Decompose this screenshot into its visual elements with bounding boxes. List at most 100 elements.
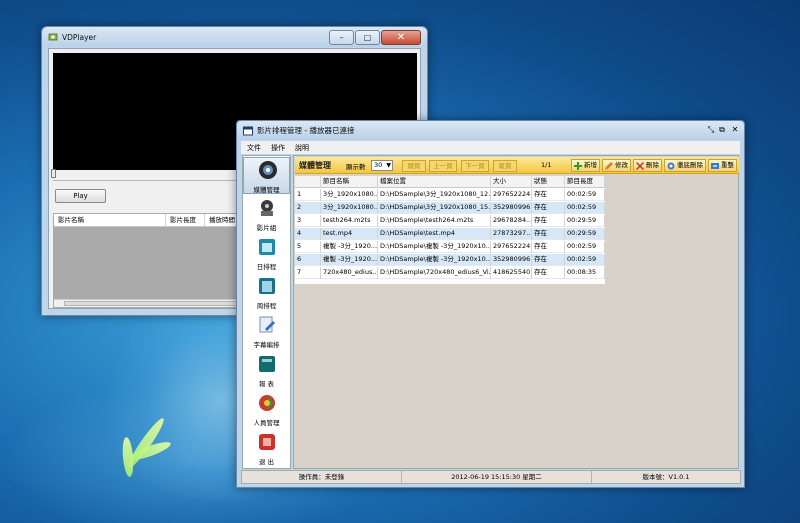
cell-duration: 00:02:59 — [565, 189, 605, 201]
cell-file-location: D:\HDSample\複製 -3分_1920x10... — [378, 241, 491, 253]
cell-duration: 00:02:59 — [565, 241, 605, 253]
cell-status: 存在 — [532, 189, 565, 201]
nav-label: 周排程 — [256, 302, 277, 310]
cell-size: 297652224 — [491, 189, 532, 201]
media-grid[interactable]: 節目名稱 檔案位置 大小 狀態 節目長度 1 3分_1920x1080... D… — [295, 176, 605, 284]
cell-duration: 00:29:59 — [565, 228, 605, 240]
table-row[interactable]: 2 3分_1920x1080... D:\HDSample\3分_1920x10… — [295, 202, 605, 214]
table-row[interactable]: 5 複製 -3分_1920... D:\HDSample\複製 -3分_1920… — [295, 241, 605, 253]
menu-file[interactable]: 文件 — [247, 143, 261, 153]
cell-size: 418625540 — [491, 267, 532, 279]
maximize-icon[interactable]: ⧉ — [717, 125, 727, 135]
add-button[interactable]: 新增 — [571, 159, 600, 172]
row-index: 3 — [295, 215, 321, 227]
status-operator: 操作員：未登錄 — [242, 471, 402, 483]
menu-help[interactable]: 說明 — [295, 143, 309, 153]
nav-item-week-schedule[interactable]: 周排程 — [243, 274, 290, 311]
page-size-label: 顯示數 — [346, 163, 366, 171]
table-row[interactable]: 1 3分_1920x1080... D:\HDSample\3分_1920x10… — [295, 189, 605, 201]
cell-duration: 00:02:59 — [565, 202, 605, 214]
nav-item-film-group[interactable]: 影片組 — [243, 196, 290, 233]
cell-program-name: 3分_1920x1080... — [321, 189, 378, 201]
status-bar: 操作員：未登錄 2012-06-19 15:15:30 星期二 版本號：V1.0… — [241, 470, 741, 484]
reset-button[interactable]: 重整 — [708, 159, 737, 172]
maximize-button[interactable]: □ — [355, 30, 380, 45]
chevron-down-icon: ▼ — [386, 162, 391, 169]
prev-page-button[interactable]: 上一頁 — [429, 160, 457, 172]
plus-icon — [574, 162, 582, 170]
close-button[interactable]: ✕ — [381, 30, 421, 45]
table-row[interactable]: 6 複製 -3分_1920... D:\HDSample\複製 -3分_1920… — [295, 254, 605, 266]
purge-icon — [667, 162, 675, 170]
table-row[interactable]: 4 test.mp4 D:\HDSample\test.mp4 27873297… — [295, 228, 605, 240]
cell-size: 297652224 — [491, 241, 532, 253]
cell-status: 存在 — [532, 202, 565, 214]
cell-program-name: testh264.m2ts — [321, 215, 378, 227]
seek-thumb[interactable] — [51, 169, 56, 178]
pencil-icon — [605, 162, 613, 170]
cell-duration: 00:02:59 — [565, 254, 605, 266]
restore-icon[interactable]: ⤡ — [706, 125, 716, 135]
page-size-select[interactable]: 30 ▼ — [371, 160, 393, 171]
nav-item-report[interactable]: 報 表 — [243, 352, 290, 389]
cell-status: 存在 — [532, 228, 565, 240]
mainwin-titlebar[interactable]: 影片排程管理 - 播放器已連接 — [237, 121, 744, 140]
column-header-program-name[interactable]: 節目名稱 — [321, 176, 378, 188]
last-page-button[interactable]: 尾頁 — [493, 160, 517, 172]
minimize-button[interactable]: – — [329, 30, 354, 45]
content-area: 媒體管理 顯示數 30 ▼ 頭頁 上一頁 下一頁 尾頁 1/1 新增 修改 刪除 — [293, 155, 739, 469]
delete-label: 刪除 — [646, 161, 659, 169]
first-page-button[interactable]: 頭頁 — [402, 160, 426, 172]
toolbar-title: 媒體管理 — [299, 161, 331, 170]
edit-label: 修改 — [615, 161, 628, 169]
cell-duration: 00:08:35 — [565, 267, 605, 279]
nav-item-media[interactable]: 媒體管理 — [243, 157, 290, 194]
cell-status: 存在 — [532, 267, 565, 279]
subtitle-icon — [259, 316, 275, 333]
column-header-file-location[interactable]: 檔案位置 — [378, 176, 491, 188]
column-header-video-length[interactable]: 影片長度 — [166, 214, 205, 226]
table-row[interactable]: 7 720x480_edius... D:\HDSample\720x480_e… — [295, 267, 605, 279]
close-icon[interactable]: ✕ — [730, 125, 740, 135]
column-header-duration[interactable]: 節目長度 — [565, 176, 605, 188]
cell-file-location: D:\HDSample\3分_1920x1080_15... — [378, 202, 491, 214]
nav-item-subtitle[interactable]: 字幕編排 — [243, 313, 290, 350]
cell-program-name: test.mp4 — [321, 228, 378, 240]
column-header-video-name[interactable]: 影片名稱 — [54, 214, 166, 226]
nav-item-day-schedule[interactable]: 日排程 — [243, 235, 290, 272]
nav-label: 人員管理 — [253, 419, 280, 427]
nav-label: 字幕編排 — [253, 341, 280, 349]
column-header-index[interactable] — [295, 176, 321, 188]
cell-file-location: D:\HDSample\複製 -3分_1920x10... — [378, 254, 491, 266]
menu-operation[interactable]: 操作 — [271, 143, 285, 153]
column-header-status[interactable]: 狀態 — [532, 176, 565, 188]
cell-status: 存在 — [532, 254, 565, 266]
purge-button[interactable]: 徹底刪除 — [664, 159, 706, 172]
cell-status: 存在 — [532, 241, 565, 253]
row-index: 7 — [295, 267, 321, 279]
cell-size: 352980996 — [491, 254, 532, 266]
play-button[interactable]: Play — [55, 189, 106, 203]
table-row[interactable]: 3 testh264.m2ts D:\HDSample\testh264.m2t… — [295, 215, 605, 227]
nav-item-user-management[interactable]: 人員管理 — [243, 391, 290, 428]
user-management-icon — [259, 395, 275, 411]
row-index: 2 — [295, 202, 321, 214]
purge-label: 徹底刪除 — [677, 161, 703, 169]
edit-button[interactable]: 修改 — [602, 159, 631, 172]
grid-header-row: 節目名稱 檔案位置 大小 狀態 節目長度 — [295, 176, 605, 188]
delete-button[interactable]: 刪除 — [633, 159, 662, 172]
column-header-size[interactable]: 大小 — [491, 176, 532, 188]
row-index: 6 — [295, 254, 321, 266]
nav-item-exit[interactable]: 退 出 — [243, 430, 290, 467]
film-group-icon — [261, 200, 273, 216]
nav-label: 退 出 — [258, 458, 275, 466]
status-version: 版本號：V1.0.1 — [642, 473, 690, 481]
cell-size: 352980996 — [491, 202, 532, 214]
nav-label: 報 表 — [258, 380, 275, 388]
cell-duration: 00:29:59 — [565, 215, 605, 227]
mainwin-title: 影片排程管理 - 播放器已連接 — [257, 126, 355, 135]
vdplayer-app-icon — [48, 33, 58, 41]
next-page-button[interactable]: 下一頁 — [461, 160, 489, 172]
exit-icon — [259, 434, 275, 450]
page-info: 1/1 — [541, 161, 552, 169]
